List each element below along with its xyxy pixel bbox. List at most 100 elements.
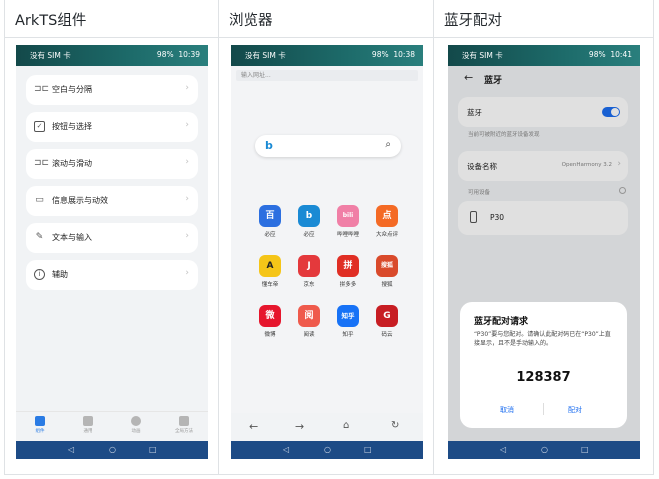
app-icon: 搜狐 — [376, 255, 398, 277]
app-icon: 阅 — [298, 305, 320, 327]
battery-text: 98% — [588, 50, 606, 59]
system-nav-bar: ◁ ○ □ — [16, 441, 208, 459]
carrier-text: 没有 SIM 卡 — [462, 51, 503, 60]
list-item-label: 辅助 — [52, 270, 68, 279]
refresh-icon[interactable]: ↻ — [391, 420, 399, 431]
app-icon: bili — [337, 205, 359, 227]
animation-icon — [131, 416, 141, 426]
chevron-right-icon: › — [185, 194, 189, 204]
back-icon[interactable]: ◁ — [283, 445, 289, 455]
grid-icon — [83, 416, 93, 426]
list-item[interactable]: ⊐⊏ 滚动与滑动 › — [26, 149, 198, 179]
tab-animation[interactable]: 动画 — [116, 416, 156, 434]
chevron-right-icon: › — [185, 231, 189, 241]
chevron-right-icon: › — [185, 120, 189, 130]
column-header: 蓝牙配对 — [434, 0, 653, 38]
status-bar: 没有 SIM 卡 98% 10:39 — [16, 45, 208, 66]
recent-apps-icon[interactable]: □ — [149, 445, 157, 455]
dialog-title: 蓝牙配对请求 — [474, 317, 529, 327]
search-icon: ⌕ — [385, 139, 391, 150]
list-item-label: 按钮与选择 — [52, 122, 92, 131]
list-item-label: 文本与输入 — [52, 233, 92, 242]
forward-arrow-icon[interactable]: → — [295, 420, 304, 433]
home-icon[interactable]: ○ — [324, 445, 331, 455]
pairing-dialog: 蓝牙配对请求 “P30”要与您配对。请确认此配对码已在“P30”上直接显示，且不… — [460, 302, 627, 428]
scroll-icon: ⊐⊏ — [34, 158, 50, 168]
battery-text: 98% — [156, 50, 174, 59]
system-nav-bar: ◁ ○ □ — [448, 441, 640, 459]
chevron-right-icon: › — [185, 157, 189, 167]
divider-icon: ⊐⊏ — [34, 84, 50, 94]
tab-general[interactable]: 通用 — [68, 416, 108, 434]
back-icon[interactable]: ◁ — [68, 445, 74, 455]
carrier-text: 没有 SIM 卡 — [30, 51, 71, 60]
clock-text: 10:39 — [178, 50, 200, 59]
clock-text: 10:41 — [610, 50, 632, 59]
dialog-message: “P30”要与您配对。请确认此配对码已在“P30”上直接显示，且不是手动输入的。 — [474, 331, 611, 347]
app-shortcut[interactable]: 阅阅读 — [292, 305, 326, 338]
phone-bluetooth: 没有 SIM 卡 98% 10:41 ← 蓝牙 蓝牙 当前可被附近的蓝牙设备发现… — [448, 45, 640, 459]
search-box[interactable]: b ⌕ — [255, 135, 401, 157]
bottom-tab-bar: 组件 通用 动画 全局方法 — [16, 411, 208, 441]
app-icon: J — [298, 255, 320, 277]
app-shortcut[interactable]: b 必应 — [292, 205, 326, 238]
app-shortcut[interactable]: G 码云 — [370, 305, 404, 338]
home-icon[interactable]: ○ — [109, 445, 116, 455]
system-nav-bar: ◁ ○ □ — [231, 441, 423, 459]
info-icon: i — [34, 269, 45, 280]
app-icon: G — [376, 305, 398, 327]
divider — [543, 403, 544, 415]
app-icon: 百 — [259, 205, 281, 227]
address-bar[interactable]: 输入网址... — [236, 70, 418, 81]
cancel-button[interactable]: 取消 — [500, 405, 514, 415]
browser-toolbar: ← → ⌂ ↻ — [231, 413, 423, 441]
list-item[interactable]: ⊐⊏ 空白与分隔 › — [26, 75, 198, 105]
column-title: ArkTS组件 — [15, 13, 87, 29]
recent-apps-icon[interactable]: □ — [364, 445, 372, 455]
home-icon[interactable]: ○ — [541, 445, 548, 455]
app-shortcut[interactable]: 知乎 知乎 — [331, 305, 365, 338]
checkbox-icon: ✓ — [34, 121, 45, 132]
chat-bubble-icon: ▭ — [35, 195, 44, 205]
status-bar: 没有 SIM 卡 98% 10:38 — [231, 45, 423, 66]
confirm-button[interactable]: 配对 — [568, 405, 582, 415]
app-shortcut[interactable]: bili 哔哩哔哩 — [331, 205, 365, 238]
back-icon[interactable]: ◁ — [500, 445, 506, 455]
edit-icon: ✎ — [35, 232, 44, 242]
app-icon: 知乎 — [337, 305, 359, 327]
list-item-label: 信息展示与动效 — [52, 196, 108, 205]
cube-icon — [35, 416, 45, 426]
app-shortcut[interactable]: A 懂车帝 — [253, 255, 287, 288]
column-title: 浏览器 — [229, 13, 273, 29]
list-item[interactable]: ✎ 文本与输入 › — [26, 223, 198, 253]
recent-apps-icon[interactable]: □ — [581, 445, 589, 455]
list-item-label: 滚动与滑动 — [52, 159, 92, 168]
carrier-text: 没有 SIM 卡 — [245, 51, 286, 60]
app-shortcut[interactable]: 微微博 — [253, 305, 287, 338]
app-shortcut[interactable]: 拼拼多多 — [331, 255, 365, 288]
app-icon: b — [298, 205, 320, 227]
tab-components[interactable]: 组件 — [20, 416, 60, 434]
column-header: ArkTS组件 — [5, 0, 218, 38]
home-icon[interactable]: ⌂ — [343, 420, 349, 431]
app-shortcut[interactable]: 百必应 — [253, 205, 287, 238]
app-icon: 微 — [259, 305, 281, 327]
app-icon: 点 — [376, 205, 398, 227]
tab-global-methods[interactable]: 全局方法 — [164, 416, 204, 434]
phone-arkts: 没有 SIM 卡 98% 10:39 ⊐⊏ 空白与分隔 › ✓ 按钮与选择 › … — [16, 45, 208, 459]
battery-text: 98% — [371, 50, 389, 59]
app-shortcut[interactable]: J 京东 — [292, 255, 326, 288]
phone-browser: 没有 SIM 卡 98% 10:38 输入网址... b ⌕ 百必应 b 必应 b… — [231, 45, 423, 459]
back-arrow-icon[interactable]: ← — [249, 420, 258, 433]
list-item[interactable]: ✓ 按钮与选择 › — [26, 112, 198, 142]
list-item[interactable]: ▭ 信息展示与动效 › — [26, 186, 198, 216]
method-icon — [179, 416, 189, 426]
chevron-right-icon: › — [185, 268, 189, 278]
list-item-label: 空白与分隔 — [52, 85, 92, 94]
list-item[interactable]: i 辅助 › — [26, 260, 198, 290]
app-shortcut[interactable]: 搜狐 搜狐 — [370, 255, 404, 288]
app-shortcut[interactable]: 点大众点评 — [370, 205, 404, 238]
clock-text: 10:38 — [393, 50, 415, 59]
column-title: 蓝牙配对 — [444, 13, 502, 29]
chevron-right-icon: › — [185, 83, 189, 93]
